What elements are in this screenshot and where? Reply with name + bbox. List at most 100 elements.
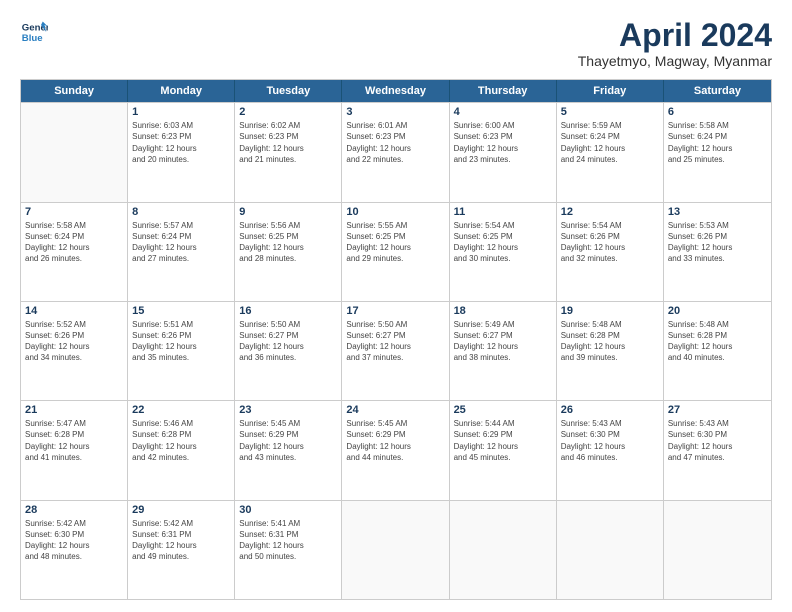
day-number: 28 bbox=[25, 504, 123, 516]
cell-info: Sunrise: 5:47 AM Sunset: 6:28 PM Dayligh… bbox=[25, 418, 123, 463]
calendar-cell: 12Sunrise: 5:54 AM Sunset: 6:26 PM Dayli… bbox=[557, 203, 664, 301]
weekday-header-friday: Friday bbox=[557, 80, 664, 102]
calendar-cell: 6 Sunrise: 5:58 AM Sunset: 6:24 PM Daylig… bbox=[664, 103, 771, 201]
calendar-cell: 10Sunrise: 5:55 AM Sunset: 6:25 PM Dayli… bbox=[342, 203, 449, 301]
calendar-cell: 20 Sunrise: 5:48 AM Sunset: 6:28 PM Dayli… bbox=[664, 302, 771, 400]
day-number: 9 bbox=[239, 206, 337, 218]
calendar-cell: 30Sunrise: 5:41 AM Sunset: 6:31 PM Dayli… bbox=[235, 501, 342, 599]
day-number: 8 bbox=[132, 206, 230, 218]
cell-info: Sunrise: 6:01 AM Sunset: 6:23 PM Dayligh… bbox=[346, 120, 444, 165]
cell-info: Sunrise: 5:58 AM Sunset: 6:24 PM Dayligh… bbox=[668, 120, 767, 165]
cell-info: Sunrise: 5:54 AM Sunset: 6:25 PM Dayligh… bbox=[454, 220, 552, 265]
weekday-header-monday: Monday bbox=[128, 80, 235, 102]
day-number: 13 bbox=[668, 206, 767, 218]
day-number: 15 bbox=[132, 305, 230, 317]
logo-icon: General Blue bbox=[20, 18, 48, 46]
day-number: 29 bbox=[132, 504, 230, 516]
calendar-cell: 27 Sunrise: 5:43 AM Sunset: 6:30 PM Dayli… bbox=[664, 401, 771, 499]
calendar-header: SundayMondayTuesdayWednesdayThursdayFrid… bbox=[21, 80, 771, 102]
cell-info: Sunrise: 5:41 AM Sunset: 6:31 PM Dayligh… bbox=[239, 518, 337, 563]
calendar-cell: 9 Sunrise: 5:56 AM Sunset: 6:25 PM Daylig… bbox=[235, 203, 342, 301]
day-number: 6 bbox=[668, 106, 767, 118]
calendar-cell: 5 Sunrise: 5:59 AM Sunset: 6:24 PM Daylig… bbox=[557, 103, 664, 201]
calendar-cell: 16 Sunrise: 5:50 AM Sunset: 6:27 PM Dayli… bbox=[235, 302, 342, 400]
calendar-row-2: 14Sunrise: 5:52 AM Sunset: 6:26 PM Dayli… bbox=[21, 301, 771, 400]
calendar-cell: 23 Sunrise: 5:45 AM Sunset: 6:29 PM Dayli… bbox=[235, 401, 342, 499]
day-number: 16 bbox=[239, 305, 337, 317]
cell-info: Sunrise: 6:02 AM Sunset: 6:23 PM Dayligh… bbox=[239, 120, 337, 165]
cell-info: Sunrise: 5:48 AM Sunset: 6:28 PM Dayligh… bbox=[668, 319, 767, 364]
calendar-cell: 26 Sunrise: 5:43 AM Sunset: 6:30 PM Dayli… bbox=[557, 401, 664, 499]
cell-info: Sunrise: 5:44 AM Sunset: 6:29 PM Dayligh… bbox=[454, 418, 552, 463]
calendar-body: 1 Sunrise: 6:03 AM Sunset: 6:23 PM Daylig… bbox=[21, 102, 771, 599]
calendar-cell: 11 Sunrise: 5:54 AM Sunset: 6:25 PM Dayli… bbox=[450, 203, 557, 301]
weekday-header-wednesday: Wednesday bbox=[342, 80, 449, 102]
page: General Blue April 2024 Thayetmyo, Magwa… bbox=[0, 0, 792, 612]
day-number: 1 bbox=[132, 106, 230, 118]
calendar-cell: 22 Sunrise: 5:46 AM Sunset: 6:28 PM Dayli… bbox=[128, 401, 235, 499]
calendar-cell: 29 Sunrise: 5:42 AM Sunset: 6:31 PM Dayli… bbox=[128, 501, 235, 599]
cell-info: Sunrise: 5:48 AM Sunset: 6:28 PM Dayligh… bbox=[561, 319, 659, 364]
cell-info: Sunrise: 5:46 AM Sunset: 6:28 PM Dayligh… bbox=[132, 418, 230, 463]
month-title: April 2024 bbox=[578, 18, 772, 53]
cell-info: Sunrise: 6:03 AM Sunset: 6:23 PM Dayligh… bbox=[132, 120, 230, 165]
cell-info: Sunrise: 5:56 AM Sunset: 6:25 PM Dayligh… bbox=[239, 220, 337, 265]
calendar-cell: 1 Sunrise: 6:03 AM Sunset: 6:23 PM Daylig… bbox=[128, 103, 235, 201]
calendar-cell: 13Sunrise: 5:53 AM Sunset: 6:26 PM Dayli… bbox=[664, 203, 771, 301]
calendar-row-1: 7 Sunrise: 5:58 AM Sunset: 6:24 PM Daylig… bbox=[21, 202, 771, 301]
cell-info: Sunrise: 5:54 AM Sunset: 6:26 PM Dayligh… bbox=[561, 220, 659, 265]
calendar-cell: 8 Sunrise: 5:57 AM Sunset: 6:24 PM Daylig… bbox=[128, 203, 235, 301]
calendar-cell bbox=[21, 103, 128, 201]
header: General Blue April 2024 Thayetmyo, Magwa… bbox=[20, 18, 772, 69]
calendar-row-3: 21Sunrise: 5:47 AM Sunset: 6:28 PM Dayli… bbox=[21, 400, 771, 499]
cell-info: Sunrise: 5:52 AM Sunset: 6:26 PM Dayligh… bbox=[25, 319, 123, 364]
cell-info: Sunrise: 5:42 AM Sunset: 6:31 PM Dayligh… bbox=[132, 518, 230, 563]
weekday-header-tuesday: Tuesday bbox=[235, 80, 342, 102]
cell-info: Sunrise: 5:50 AM Sunset: 6:27 PM Dayligh… bbox=[239, 319, 337, 364]
cell-info: Sunrise: 5:58 AM Sunset: 6:24 PM Dayligh… bbox=[25, 220, 123, 265]
location: Thayetmyo, Magway, Myanmar bbox=[578, 53, 772, 69]
day-number: 2 bbox=[239, 106, 337, 118]
calendar-cell bbox=[342, 501, 449, 599]
cell-info: Sunrise: 5:43 AM Sunset: 6:30 PM Dayligh… bbox=[561, 418, 659, 463]
day-number: 3 bbox=[346, 106, 444, 118]
calendar-cell: 17Sunrise: 5:50 AM Sunset: 6:27 PM Dayli… bbox=[342, 302, 449, 400]
calendar-cell: 24 Sunrise: 5:45 AM Sunset: 6:29 PM Dayli… bbox=[342, 401, 449, 499]
cell-info: Sunrise: 5:49 AM Sunset: 6:27 PM Dayligh… bbox=[454, 319, 552, 364]
weekday-header-sunday: Sunday bbox=[21, 80, 128, 102]
day-number: 11 bbox=[454, 206, 552, 218]
calendar: SundayMondayTuesdayWednesdayThursdayFrid… bbox=[20, 79, 772, 600]
cell-info: Sunrise: 6:00 AM Sunset: 6:23 PM Dayligh… bbox=[454, 120, 552, 165]
cell-info: Sunrise: 5:45 AM Sunset: 6:29 PM Dayligh… bbox=[239, 418, 337, 463]
cell-info: Sunrise: 5:50 AM Sunset: 6:27 PM Dayligh… bbox=[346, 319, 444, 364]
day-number: 10 bbox=[346, 206, 444, 218]
day-number: 20 bbox=[668, 305, 767, 317]
calendar-cell: 18 Sunrise: 5:49 AM Sunset: 6:27 PM Dayli… bbox=[450, 302, 557, 400]
day-number: 23 bbox=[239, 404, 337, 416]
cell-info: Sunrise: 5:42 AM Sunset: 6:30 PM Dayligh… bbox=[25, 518, 123, 563]
day-number: 26 bbox=[561, 404, 659, 416]
calendar-cell: 3 Sunrise: 6:01 AM Sunset: 6:23 PM Daylig… bbox=[342, 103, 449, 201]
day-number: 18 bbox=[454, 305, 552, 317]
calendar-cell: 19 Sunrise: 5:48 AM Sunset: 6:28 PM Dayli… bbox=[557, 302, 664, 400]
day-number: 24 bbox=[346, 404, 444, 416]
day-number: 5 bbox=[561, 106, 659, 118]
svg-text:Blue: Blue bbox=[22, 33, 43, 44]
calendar-cell: 25Sunrise: 5:44 AM Sunset: 6:29 PM Dayli… bbox=[450, 401, 557, 499]
cell-info: Sunrise: 5:45 AM Sunset: 6:29 PM Dayligh… bbox=[346, 418, 444, 463]
calendar-cell: 4Sunrise: 6:00 AM Sunset: 6:23 PM Daylig… bbox=[450, 103, 557, 201]
day-number: 19 bbox=[561, 305, 659, 317]
calendar-cell: 14Sunrise: 5:52 AM Sunset: 6:26 PM Dayli… bbox=[21, 302, 128, 400]
cell-info: Sunrise: 5:59 AM Sunset: 6:24 PM Dayligh… bbox=[561, 120, 659, 165]
day-number: 22 bbox=[132, 404, 230, 416]
calendar-cell: 15Sunrise: 5:51 AM Sunset: 6:26 PM Dayli… bbox=[128, 302, 235, 400]
calendar-cell bbox=[450, 501, 557, 599]
cell-info: Sunrise: 5:43 AM Sunset: 6:30 PM Dayligh… bbox=[668, 418, 767, 463]
calendar-cell: 28 Sunrise: 5:42 AM Sunset: 6:30 PM Dayli… bbox=[21, 501, 128, 599]
calendar-row-4: 28 Sunrise: 5:42 AM Sunset: 6:30 PM Dayli… bbox=[21, 500, 771, 599]
weekday-header-thursday: Thursday bbox=[450, 80, 557, 102]
day-number: 7 bbox=[25, 206, 123, 218]
cell-info: Sunrise: 5:57 AM Sunset: 6:24 PM Dayligh… bbox=[132, 220, 230, 265]
title-block: April 2024 Thayetmyo, Magway, Myanmar bbox=[578, 18, 772, 69]
day-number: 27 bbox=[668, 404, 767, 416]
